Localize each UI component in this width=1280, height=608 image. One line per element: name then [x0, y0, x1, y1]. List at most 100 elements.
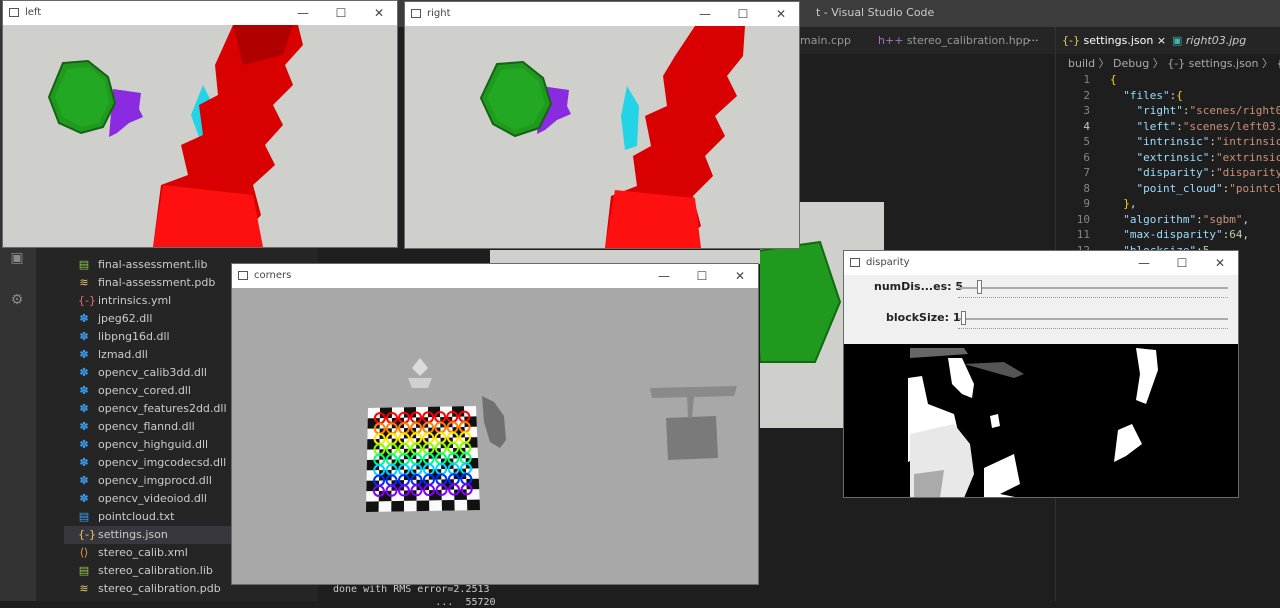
trackbar-thumb-blocksize[interactable]: [961, 311, 967, 325]
file-item[interactable]: ▤ pointcloud.txt: [78, 508, 175, 526]
code-line[interactable]: {: [1110, 73, 1117, 86]
file-item[interactable]: ✽ opencv_imgprocd.dll: [78, 472, 212, 490]
window-icon: [411, 9, 421, 18]
left-window-titlebar[interactable]: left — ☐ ✕: [3, 1, 397, 25]
breadcrumb[interactable]: build 〉 Debug 〉 {-} settings.json 〉 {} f…: [1068, 55, 1280, 71]
lib-icon: ▤: [78, 564, 90, 577]
disparity-window-title: disparity: [866, 257, 910, 268]
terminal-line: ... 55720: [333, 597, 496, 608]
db-icon: ≋: [79, 276, 89, 289]
file-item[interactable]: {-} settings.json: [64, 526, 244, 544]
code-line[interactable]: "right":"scenes/right03: [1110, 104, 1280, 117]
file-item[interactable]: ✽ libpng16d.dll: [78, 328, 170, 346]
disparity-window-titlebar[interactable]: disparity — ☐ ✕: [844, 251, 1238, 275]
file-name: settings.json: [98, 528, 168, 541]
trackbar-numdisparities[interactable]: [958, 287, 1228, 289]
code-line[interactable]: "max-disparity":64,: [1110, 228, 1249, 241]
more-actions-button[interactable]: ···: [1028, 27, 1039, 54]
file-name: lzmad.dll: [98, 348, 148, 361]
tab-main-cpp[interactable]: main.cpp: [800, 27, 851, 54]
file-item[interactable]: ✽ lzmad.dll: [78, 346, 148, 364]
maximize-button[interactable]: ☐: [1172, 254, 1192, 272]
right-window-titlebar[interactable]: right — ☐ ✕: [405, 2, 799, 26]
trackbar-label-numdisparities: numDis...es: 5: [874, 280, 963, 293]
corners-window-titlebar[interactable]: corners — ☐ ✕: [232, 264, 758, 288]
checker-square: [391, 500, 404, 512]
file-item[interactable]: {-} intrinsics.yml: [78, 292, 171, 310]
file-item[interactable]: ≋ final-assessment.pdb: [78, 274, 215, 292]
file-item[interactable]: ≋ stereo_calibration.pdb: [78, 580, 220, 598]
checker-square: [441, 500, 455, 511]
left-window[interactable]: left — ☐ ✕: [2, 0, 398, 248]
editor-tabs: main.cpp h++ stereo_calibration.hpp ···: [800, 27, 1055, 54]
window-icon: [238, 271, 248, 280]
minimize-button[interactable]: —: [654, 267, 674, 285]
yml-icon: {-}: [78, 294, 96, 307]
tab-label: stereo_calibration.hpp: [906, 34, 1030, 47]
checker-square: [378, 501, 392, 512]
hpp-icon: h++: [878, 34, 907, 47]
maximize-button[interactable]: ☐: [331, 4, 351, 22]
line-number: 5: [1083, 135, 1090, 148]
tab-right03-jpg[interactable]: ▣ right03.jpg: [1172, 27, 1246, 54]
minimize-button[interactable]: —: [695, 5, 715, 23]
file-name: pointcloud.txt: [98, 510, 175, 523]
code-line[interactable]: "disparity":"disparityM: [1110, 166, 1280, 179]
file-name: final-assessment.pdb: [98, 276, 216, 289]
file-item[interactable]: ✽ opencv_videoiod.dll: [78, 490, 207, 508]
minimize-button[interactable]: —: [293, 4, 313, 22]
disparity-window[interactable]: disparity — ☐ ✕ numDis...es: 5 blockSize…: [843, 250, 1239, 498]
code-line[interactable]: "left":"scenes/left03.j: [1110, 120, 1280, 133]
window-icon: [9, 8, 19, 17]
close-button[interactable]: ✕: [771, 5, 791, 23]
file-item[interactable]: ▤ stereo_calibration.lib: [78, 562, 213, 580]
maximize-button[interactable]: ☐: [692, 267, 712, 285]
tab-label: right03.jpg: [1185, 34, 1247, 47]
file-item[interactable]: ✽ opencv_features2dd.dll: [78, 400, 226, 418]
file-item[interactable]: ▤ final-assessment.lib: [78, 256, 208, 274]
close-button[interactable]: ✕: [730, 267, 750, 285]
code-line[interactable]: "files":{: [1110, 89, 1183, 102]
file-item[interactable]: ✽ opencv_highguid.dll: [78, 436, 208, 454]
line-number: 3: [1083, 104, 1090, 117]
code-line[interactable]: "algorithm":"sgbm",: [1110, 213, 1249, 226]
close-button[interactable]: ✕: [369, 4, 389, 22]
lib-icon: ▤: [78, 258, 90, 271]
file-name: intrinsics.yml: [98, 294, 172, 307]
trackbar-blocksize[interactable]: [958, 318, 1228, 320]
checkerboard: [366, 406, 480, 512]
close-tab-icon[interactable]: ×: [1157, 34, 1166, 47]
right-window[interactable]: right — ☐ ✕: [404, 1, 800, 249]
right-image: [405, 26, 799, 248]
code-line[interactable]: "point_cloud":"pointclo: [1110, 182, 1280, 195]
gear-icon: ✽: [79, 492, 89, 505]
window-title: t - Visual Studio Code: [816, 6, 935, 19]
corners-window-title: corners: [254, 270, 292, 281]
file-name: opencv_cored.dll: [98, 384, 191, 397]
file-item[interactable]: ⟨⟩ stereo_calib.xml: [78, 544, 188, 562]
corners-window[interactable]: corners — ☐ ✕: [231, 263, 759, 585]
file-item[interactable]: ✽ opencv_cored.dll: [78, 382, 191, 400]
remote-explorer-icon[interactable]: ▣: [8, 249, 26, 267]
file-name: libpng16d.dll: [98, 330, 170, 343]
window-icon: [850, 258, 860, 267]
terminal-line: done with RMS error=2.2513: [333, 584, 490, 595]
file-item[interactable]: ✽ opencv_flannd.dll: [78, 418, 194, 436]
image-icon: ▣: [1172, 34, 1186, 47]
file-item[interactable]: ✽ jpeg62.dll: [78, 310, 152, 328]
minimize-button[interactable]: —: [1134, 254, 1154, 272]
corners-image: [232, 288, 758, 584]
right-window-title: right: [427, 8, 451, 19]
code-line[interactable]: },: [1110, 197, 1136, 210]
tab-stereo-calibration-hpp[interactable]: h++ stereo_calibration.hpp: [878, 27, 1030, 54]
trackbar-thumb-numdisparities[interactable]: [977, 280, 983, 294]
code-line[interactable]: "extrinsic":"extrinsics: [1110, 151, 1280, 164]
file-item[interactable]: ✽ opencv_imgcodecsd.dll: [78, 454, 226, 472]
file-item[interactable]: ✽ opencv_calib3dd.dll: [78, 364, 207, 382]
extensions-icon[interactable]: ⚙: [8, 291, 26, 309]
maximize-button[interactable]: ☐: [733, 5, 753, 23]
gear-icon: ✽: [79, 348, 89, 361]
close-button[interactable]: ✕: [1210, 254, 1230, 272]
tab-settings-json[interactable]: {-} settings.json ×: [1062, 27, 1166, 54]
code-line[interactable]: "intrinsic":"intrinsics: [1110, 135, 1280, 148]
